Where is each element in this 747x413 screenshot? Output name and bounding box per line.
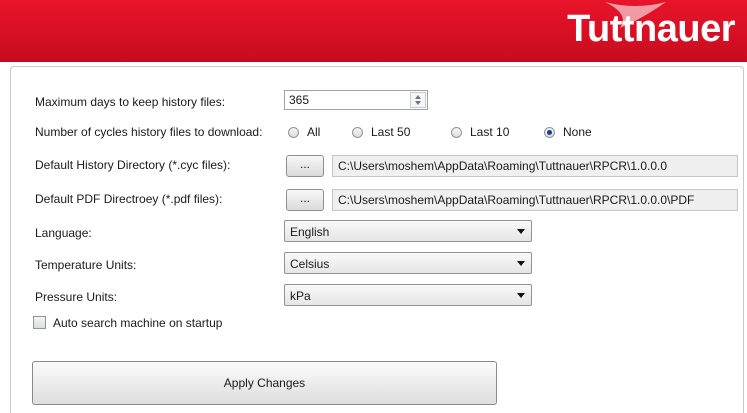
radio-none[interactable]: None (544, 125, 592, 139)
radio-last-50[interactable]: Last 50 (352, 125, 410, 139)
spinner-arrows[interactable] (410, 92, 426, 108)
history-dir-browse-button[interactable]: ... (286, 155, 324, 177)
history-dir-label: Default History Directory (*.cyc files): (35, 158, 231, 172)
auto-search-checkbox[interactable] (33, 316, 46, 329)
radio-all-dot[interactable] (288, 126, 299, 138)
pdf-dir-path: C:\Users\moshem\AppData\Roaming\Tuttnaue… (332, 189, 738, 211)
temperature-value: Celsius (290, 257, 330, 271)
cycles-label: Number of cycles history files to downlo… (35, 125, 263, 139)
radio-all-label: All (307, 125, 321, 139)
radio-last-10-label: Last 10 (470, 125, 510, 139)
language-label: Language: (35, 226, 92, 240)
tuttnauer-logo: Tuttnauer (567, 8, 735, 50)
radio-last-10[interactable]: Last 10 (451, 125, 509, 139)
max-days-spinner[interactable]: 365 (284, 90, 428, 110)
pressure-value: kPa (290, 289, 311, 303)
auto-search-label[interactable]: Auto search machine on startup (53, 316, 222, 330)
spin-up-icon[interactable] (415, 95, 421, 99)
brand-header: Tuttnauer (0, 0, 747, 62)
max-days-label: Maximum days to keep history files: (35, 95, 226, 109)
language-select[interactable]: English (284, 220, 532, 242)
radio-last-50-dot[interactable] (352, 126, 363, 138)
chevron-down-icon[interactable] (517, 261, 525, 266)
radio-last-50-label: Last 50 (371, 125, 411, 139)
pressure-label: Pressure Units: (35, 290, 118, 304)
language-value: English (290, 225, 330, 239)
history-dir-path: C:\Users\moshem\AppData\Roaming\Tuttnaue… (332, 155, 738, 177)
temperature-select[interactable]: Celsius (284, 252, 532, 274)
pdf-dir-browse-button[interactable]: ... (286, 189, 324, 211)
radio-none-dot[interactable] (544, 126, 555, 138)
apply-changes-button[interactable]: Apply Changes (32, 361, 497, 405)
temperature-label: Temperature Units: (35, 258, 137, 272)
chevron-down-icon[interactable] (517, 229, 525, 234)
spin-down-icon[interactable] (415, 101, 421, 105)
radio-none-label: None (563, 125, 592, 139)
pdf-dir-label: Default PDF Directroey (*.pdf files): (35, 192, 223, 206)
radio-last-10-dot[interactable] (451, 126, 462, 138)
radio-all[interactable]: All (288, 125, 320, 139)
max-days-value[interactable]: 365 (289, 93, 309, 107)
chevron-down-icon[interactable] (517, 293, 525, 298)
pressure-select[interactable]: kPa (284, 284, 532, 306)
